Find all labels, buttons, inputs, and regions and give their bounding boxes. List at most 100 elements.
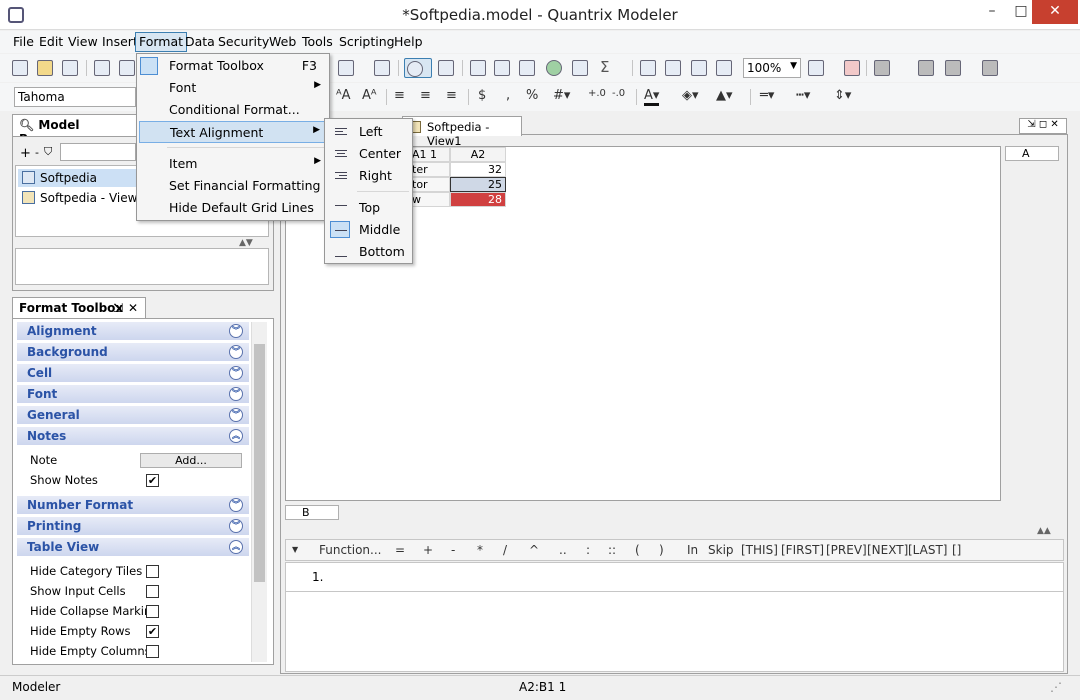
operator-open-paren[interactable]: ( [635, 543, 640, 557]
operator-range[interactable]: .. [559, 543, 567, 557]
filter-icon[interactable]: ⛉ [44, 145, 52, 159]
group-icon[interactable] [638, 58, 658, 78]
menu-item-item[interactable]: Item ▶ [139, 153, 327, 175]
increase-decimal-icon[interactable]: +.0 [588, 88, 606, 99]
hide-empty-rows-checkbox[interactable]: ✔ [146, 625, 159, 638]
line-dash-icon[interactable]: ┅▾ [796, 88, 810, 103]
menu-scripting[interactable]: Scripting [336, 34, 398, 52]
hide-empty-columns-checkbox[interactable] [146, 645, 159, 658]
open-folder-icon[interactable] [35, 58, 55, 78]
column-header[interactable]: A1 1 [408, 147, 450, 162]
currency-icon[interactable]: $ [478, 88, 486, 103]
row-header[interactable]: tor [408, 177, 450, 192]
number-format-icon[interactable]: #▾ [553, 88, 570, 103]
align-top-item[interactable]: Top [327, 197, 410, 219]
menu-item-conditional-format[interactable]: Conditional Format... [139, 99, 327, 121]
operator-equals[interactable]: = [395, 543, 405, 557]
collapse-arrows-icon[interactable]: ▲▲ [1037, 526, 1051, 536]
font-combo[interactable]: Tahoma [14, 87, 136, 107]
hide-category-tiles-checkbox[interactable] [146, 565, 159, 578]
menu-help[interactable]: Help [391, 34, 426, 52]
category-printing[interactable]: Printing ︾ [17, 517, 249, 536]
category-tile-b[interactable]: B [285, 505, 339, 520]
frame-icon[interactable] [842, 58, 862, 78]
formula-editor-body[interactable] [285, 592, 1064, 672]
menu-view[interactable]: View [65, 34, 101, 52]
percent-icon[interactable]: % [526, 88, 538, 103]
model-browser-tab[interactable]: 🔍︎ Model Browser [12, 114, 146, 146]
operator-multiply[interactable]: * [477, 543, 483, 557]
keyword-skip[interactable]: Skip [708, 543, 734, 557]
operator-colon[interactable]: : [586, 543, 590, 557]
category-number-format[interactable]: Number Format ︾ [17, 496, 249, 515]
format-toolbox-tab[interactable]: Format Toolbox ⇲ ✕ [12, 297, 146, 319]
split-vertical-icon[interactable] [714, 58, 734, 78]
align-bottom-item[interactable]: Bottom [327, 241, 410, 263]
comma-icon[interactable]: , [506, 88, 510, 103]
tab-view1[interactable]: Softpedia - View1 [402, 116, 522, 148]
grid-cell-selected[interactable]: 25 [450, 177, 506, 192]
zoom-tool-icon[interactable] [404, 58, 432, 78]
keyword-in[interactable]: In [687, 543, 698, 557]
view-controls[interactable]: ⇲ ◻ ✕ [1019, 118, 1067, 134]
close-button[interactable]: ✕ [1032, 0, 1078, 24]
zoom-combo[interactable]: 100% ▼ [743, 58, 801, 78]
menu-file[interactable]: File [10, 34, 37, 52]
format-painter-icon[interactable] [436, 58, 456, 78]
remove-icon[interactable]: - [35, 146, 39, 159]
operator-power[interactable]: ^ [529, 543, 539, 557]
image-icon[interactable] [570, 58, 590, 78]
grid-cell[interactable]: 32 [450, 162, 506, 177]
sum-icon[interactable]: Σ [597, 58, 625, 78]
increase-font-icon[interactable]: ᴬA [336, 88, 351, 103]
function-button[interactable]: Function... [319, 543, 381, 557]
scrollbar-thumb[interactable] [254, 344, 265, 582]
keyword-brackets[interactable]: [] [952, 543, 961, 557]
keyword-prev[interactable]: [PREV] [826, 543, 867, 557]
text-color-icon[interactable]: A▾ [644, 88, 660, 106]
category-tile-a[interactable]: A [1005, 146, 1059, 161]
operator-plus[interactable]: + [423, 543, 433, 557]
decrease-decimal-icon[interactable]: -.0 [612, 88, 625, 99]
web-icon[interactable] [544, 58, 564, 78]
formula-editor[interactable]: 1. [285, 562, 1064, 592]
row-header[interactable]: ter [408, 162, 450, 177]
save-icon[interactable] [60, 58, 80, 78]
keyword-last[interactable]: [LAST] [908, 543, 947, 557]
collapse-arrows-icon[interactable]: ▲▼ [239, 238, 253, 248]
menu-data[interactable]: Data [182, 34, 218, 52]
ungroup-icon[interactable] [663, 58, 683, 78]
close-icon[interactable]: ✕ [128, 301, 138, 315]
category-general[interactable]: General ︾ [17, 406, 249, 425]
column-header[interactable]: A2 [450, 147, 506, 162]
align-center-icon[interactable]: ≡ [420, 88, 431, 103]
menu-security[interactable]: Security [215, 34, 272, 52]
operator-close-paren[interactable]: ) [659, 543, 664, 557]
model-browser-filter-input[interactable] [60, 143, 136, 161]
resize-grip-icon[interactable]: ⋰ [1050, 680, 1062, 694]
category-font[interactable]: Font ︾ [17, 385, 249, 404]
row-header[interactable]: w [408, 192, 450, 207]
align-right-icon[interactable]: ≡ [446, 88, 457, 103]
align-left-item[interactable]: Left [327, 121, 410, 143]
show-input-cells-checkbox[interactable] [146, 585, 159, 598]
border-color-icon[interactable]: ▲▾ [716, 88, 733, 103]
cube-icon[interactable] [872, 58, 902, 78]
add-icon[interactable]: + [20, 146, 31, 161]
show-notes-checkbox[interactable]: ✔ [146, 474, 159, 487]
insert-matrix-icon[interactable] [517, 58, 537, 78]
line-style-icon[interactable]: ═▾ [760, 88, 774, 103]
new-file-icon[interactable] [10, 58, 30, 78]
category-alignment[interactable]: Alignment ︾ [17, 322, 249, 341]
grid-cell-red[interactable]: 28 [450, 192, 506, 207]
chart-icon[interactable] [336, 58, 356, 78]
table-layout-icon[interactable] [806, 58, 834, 78]
menu-edit[interactable]: Edit [36, 34, 66, 52]
category-background[interactable]: Background ︾ [17, 343, 249, 362]
menu-item-hide-default-grid-lines[interactable]: Hide Default Grid Lines [139, 197, 327, 219]
keyword-first[interactable]: [FIRST] [781, 543, 824, 557]
add-note-button[interactable]: Add... [140, 453, 242, 468]
insert-category-icon[interactable] [492, 58, 512, 78]
line-spacing-icon[interactable]: ⇕▾ [834, 88, 851, 103]
category-table-view[interactable]: Table View ︽ [17, 538, 249, 557]
